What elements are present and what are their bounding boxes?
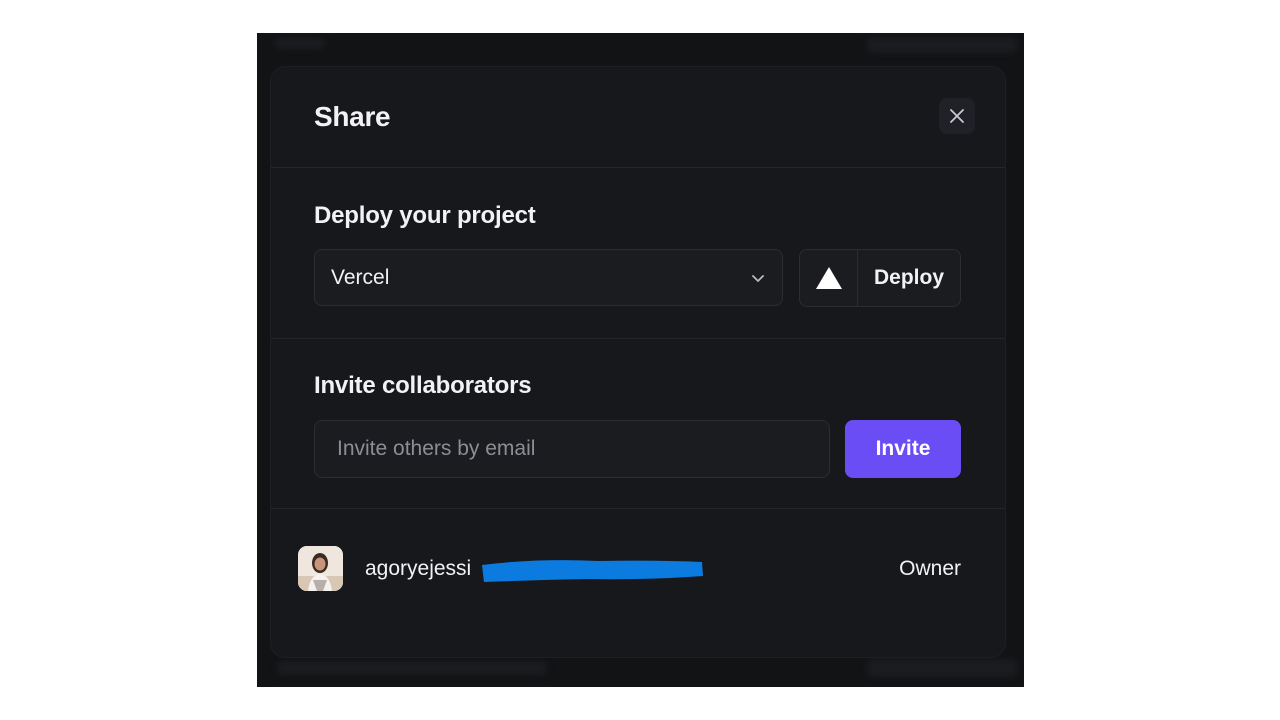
deploy-provider-select[interactable]: Vercel: [314, 249, 783, 306]
deploy-button-label: Deploy: [873, 266, 944, 289]
deploy-button-icon-cell: [800, 250, 858, 306]
close-button[interactable]: [939, 98, 975, 134]
backdrop-blurred-text: [275, 37, 325, 49]
vercel-triangle-icon: [815, 267, 842, 289]
avatar: [298, 546, 343, 591]
invite-email-input[interactable]: [314, 420, 830, 478]
invite-section: Invite collaborators Invite: [271, 339, 1005, 509]
chevron-down-icon: [752, 275, 764, 282]
member-role: Owner: [899, 557, 961, 580]
invite-section-title: Invite collaborators: [314, 372, 532, 399]
modal-header: Share: [271, 67, 1005, 168]
user-photo-icon: [298, 546, 343, 591]
invite-button[interactable]: Invite: [845, 420, 961, 478]
deploy-section: Deploy your project Vercel Deploy: [271, 168, 1005, 339]
modal-title: Share: [314, 101, 391, 132]
deploy-provider-value: Vercel: [331, 265, 390, 289]
backdrop-blurred-text: [867, 659, 1017, 677]
close-icon: [950, 109, 964, 123]
share-modal: Share Deploy your project Vercel Deploy …: [271, 67, 1005, 657]
backdrop-blurred-text: [867, 37, 1017, 53]
deploy-section-title: Deploy your project: [314, 202, 536, 229]
member-row: agoryejessi Owner: [271, 509, 1005, 627]
backdrop-blurred-text: [277, 661, 547, 675]
deploy-button[interactable]: Deploy: [799, 249, 961, 307]
redaction-mark: [482, 560, 703, 582]
member-email: agoryejessi: [365, 557, 472, 580]
